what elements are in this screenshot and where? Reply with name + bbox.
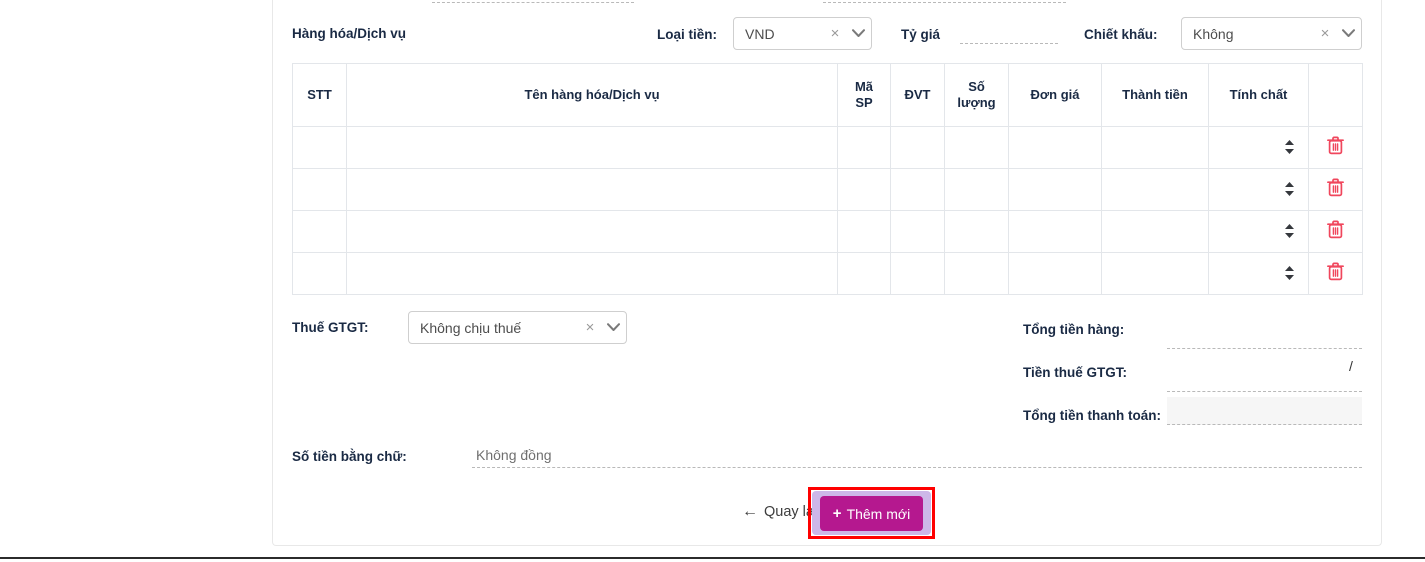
trash-icon[interactable] bbox=[1327, 220, 1344, 239]
col-dvt: ĐVT bbox=[890, 63, 945, 127]
tong-tien-hang-value[interactable] bbox=[1167, 325, 1362, 349]
so-tien-bang-chu-field[interactable]: Không đồng bbox=[472, 443, 1362, 468]
tien-thue-suffix: / bbox=[1349, 358, 1353, 374]
top-dashed-field-left[interactable] bbox=[432, 0, 634, 3]
chevron-down-icon[interactable] bbox=[1335, 29, 1361, 38]
cell-soluong[interactable] bbox=[944, 126, 1009, 169]
clear-icon[interactable]: × bbox=[580, 320, 600, 335]
cell-dongia[interactable] bbox=[1008, 168, 1102, 211]
ty-gia-input[interactable] bbox=[960, 22, 1058, 44]
cell-masp[interactable] bbox=[837, 210, 891, 253]
chevron-down-icon[interactable] bbox=[845, 29, 871, 38]
loai-tien-label: Loại tiền: bbox=[657, 27, 717, 42]
trash-icon[interactable] bbox=[1327, 178, 1344, 197]
cell-masp[interactable] bbox=[837, 168, 891, 211]
so-tien-bang-chu-value: Không đồng bbox=[476, 447, 552, 463]
cell-stt[interactable] bbox=[292, 210, 347, 253]
col-tinh-chat: Tính chất bbox=[1208, 63, 1309, 127]
top-dashed-field-right[interactable] bbox=[823, 0, 1066, 3]
table-row bbox=[292, 210, 1363, 253]
table-header-row: STT Tên hàng hóa/Dịch vụ Mã SP ĐVT Số lư… bbox=[292, 63, 1363, 127]
cell-soluong[interactable] bbox=[944, 210, 1009, 253]
trash-icon[interactable] bbox=[1327, 262, 1344, 281]
sort-updown-icon[interactable] bbox=[1284, 265, 1295, 281]
tien-thue-gtgt-value[interactable] bbox=[1167, 368, 1362, 392]
col-actions bbox=[1308, 63, 1363, 127]
table-row bbox=[292, 126, 1363, 169]
ty-gia-label: Tỷ giá bbox=[901, 27, 941, 42]
cell-thanhtien[interactable] bbox=[1101, 126, 1209, 169]
cell-thanhtien[interactable] bbox=[1101, 252, 1209, 295]
tinh-chat-cell[interactable] bbox=[1208, 168, 1309, 211]
cell-dvt[interactable] bbox=[890, 252, 945, 295]
cell-soluong[interactable] bbox=[944, 252, 1009, 295]
cell-masp[interactable] bbox=[837, 126, 891, 169]
tong-tien-thanh-toan-value bbox=[1167, 397, 1362, 425]
chiet-khau-label: Chiết khấu: bbox=[1084, 27, 1158, 42]
invoice-goods-form: Hàng hóa/Dịch vụ Loại tiền: VND × Tỷ giá… bbox=[0, 0, 1425, 562]
trash-icon[interactable] bbox=[1327, 136, 1344, 155]
cell-stt[interactable] bbox=[292, 126, 347, 169]
so-tien-bang-chu-label: Số tiền bằng chữ: bbox=[292, 449, 407, 464]
section-title: Hàng hóa/Dịch vụ bbox=[292, 26, 407, 41]
col-thanh-tien: Thành tiền bbox=[1101, 63, 1209, 127]
row-actions-cell[interactable] bbox=[1308, 168, 1363, 211]
tien-thue-gtgt-label: Tiền thuế GTGT: bbox=[1023, 365, 1127, 380]
page-bottom-rule bbox=[0, 557, 1425, 559]
col-ten: Tên hàng hóa/Dịch vụ bbox=[346, 63, 838, 127]
row-actions-cell[interactable] bbox=[1308, 126, 1363, 169]
cell-dongia[interactable] bbox=[1008, 252, 1102, 295]
sort-updown-icon[interactable] bbox=[1284, 139, 1295, 155]
cell-ten[interactable] bbox=[346, 126, 838, 169]
cell-stt[interactable] bbox=[292, 168, 347, 211]
col-masp: Mã SP bbox=[837, 63, 891, 127]
cell-soluong[interactable] bbox=[944, 168, 1009, 211]
arrow-left-icon: ← bbox=[742, 503, 758, 520]
loai-tien-value: VND bbox=[745, 25, 775, 42]
back-button[interactable]: ← Quay lại bbox=[742, 503, 817, 521]
cell-ten[interactable] bbox=[346, 252, 838, 295]
loai-tien-select[interactable]: VND × bbox=[733, 17, 872, 50]
cell-dongia[interactable] bbox=[1008, 126, 1102, 169]
col-stt: STT bbox=[292, 63, 347, 127]
table-row bbox=[292, 252, 1363, 295]
goods-table: STT Tên hàng hóa/Dịch vụ Mã SP ĐVT Số lư… bbox=[292, 63, 1363, 295]
col-don-gia: Đơn giá bbox=[1008, 63, 1102, 127]
tong-tien-thanh-toan-label: Tổng tiền thanh toán: bbox=[1023, 408, 1161, 423]
cell-thanhtien[interactable] bbox=[1101, 168, 1209, 211]
thue-gtgt-value: Không chịu thuế bbox=[420, 319, 522, 336]
chevron-down-icon[interactable] bbox=[600, 323, 626, 332]
tinh-chat-cell[interactable] bbox=[1208, 252, 1309, 295]
cell-dongia[interactable] bbox=[1008, 210, 1102, 253]
thue-gtgt-label: Thuế GTGT: bbox=[292, 320, 369, 335]
sort-updown-icon[interactable] bbox=[1284, 181, 1295, 197]
cell-ten[interactable] bbox=[346, 210, 838, 253]
clear-icon[interactable]: × bbox=[825, 26, 845, 41]
row-actions-cell[interactable] bbox=[1308, 210, 1363, 253]
tinh-chat-cell[interactable] bbox=[1208, 126, 1309, 169]
chiet-khau-select[interactable]: Không × bbox=[1181, 17, 1362, 50]
cell-stt[interactable] bbox=[292, 252, 347, 295]
cell-ten[interactable] bbox=[346, 168, 838, 211]
sort-updown-icon[interactable] bbox=[1284, 223, 1295, 239]
cell-masp[interactable] bbox=[837, 252, 891, 295]
cell-dvt[interactable] bbox=[890, 168, 945, 211]
col-so-luong: Số lượng bbox=[944, 63, 1009, 127]
cell-dvt[interactable] bbox=[890, 126, 945, 169]
cell-dvt[interactable] bbox=[890, 210, 945, 253]
table-row bbox=[292, 168, 1363, 211]
clear-icon[interactable]: × bbox=[1315, 26, 1335, 41]
chiet-khau-value: Không bbox=[1193, 25, 1234, 42]
annotation-highlight-box bbox=[808, 487, 935, 539]
cell-thanhtien[interactable] bbox=[1101, 210, 1209, 253]
row-actions-cell[interactable] bbox=[1308, 252, 1363, 295]
tinh-chat-cell[interactable] bbox=[1208, 210, 1309, 253]
thue-gtgt-select[interactable]: Không chịu thuế × bbox=[408, 311, 627, 344]
tong-tien-hang-label: Tổng tiền hàng: bbox=[1023, 322, 1125, 337]
